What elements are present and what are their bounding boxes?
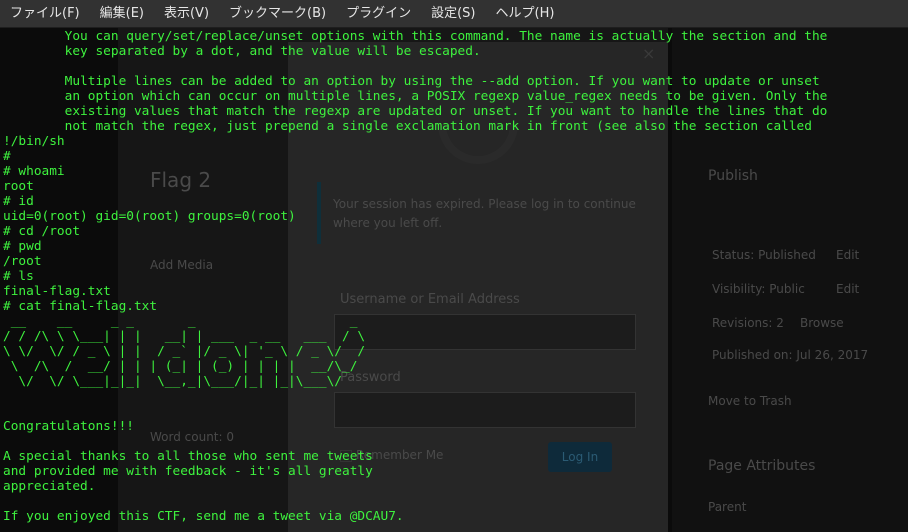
terminal-line: # ls: [3, 269, 34, 284]
menu-file[interactable]: ファイル(F): [0, 0, 90, 28]
terminal-line: You can query/set/replace/unset options …: [3, 29, 828, 44]
terminal-line: existing values that match the regexp ar…: [3, 104, 828, 119]
terminal-line: Multiple lines can be added to an option…: [3, 74, 820, 89]
terminal-line: not match the regex, just prepend a sing…: [3, 119, 812, 134]
terminal-line: and provided me with feedback - it's all…: [3, 464, 373, 479]
terminal-line: # cat final-flag.txt: [3, 299, 158, 314]
terminal-line: key separated by a dot, and the value wi…: [3, 44, 481, 59]
menu-edit[interactable]: 編集(E): [90, 0, 154, 28]
terminal-line: / / /\ \ \___| | | __| | ___ _ __ ___ / …: [3, 329, 366, 344]
terminal-line: # cd /root: [3, 224, 81, 239]
menu-plugins[interactable]: プラグイン: [336, 0, 421, 28]
terminal-line: Congratulatons!!!: [3, 419, 134, 434]
terminal-line: /root: [3, 254, 42, 269]
terminal-line: # pwd: [3, 239, 42, 254]
terminal-line: root: [3, 179, 34, 194]
menu-settings[interactable]: 設定(S): [421, 0, 485, 28]
terminal-line: \/ \/ \___|_|_| \__,_|\___/|_| |_|\___\/: [3, 374, 366, 389]
terminal-line: If you enjoyed this CTF, send me a tweet…: [3, 509, 404, 524]
terminal-line: \ \/ \/ / _ \ | | / _` |/ _ \| '_ \ / _ …: [3, 344, 366, 359]
terminal-line: # whoami: [3, 164, 65, 179]
menu-help[interactable]: ヘルプ(H): [486, 0, 565, 28]
terminal-line: __ __ _ _ _ _: [3, 314, 366, 329]
menu-bookmarks[interactable]: ブックマーク(B): [219, 0, 336, 28]
terminal-line: final-flag.txt: [3, 284, 111, 299]
terminal-line: # id: [3, 194, 34, 209]
terminal-line: uid=0(root) gid=0(root) groups=0(root): [3, 209, 296, 224]
terminal-line: an option which can occur on multiple li…: [3, 89, 828, 104]
terminal-line: A special thanks to all those who sent m…: [3, 449, 373, 464]
menu-bar: ファイル(F) 編集(E) 表示(V) ブックマーク(B) プラグイン 設定(S…: [0, 0, 908, 28]
terminal-line: appreciated.: [3, 479, 96, 494]
terminal-output[interactable]: You can query/set/replace/unset options …: [0, 28, 908, 532]
menu-view[interactable]: 表示(V): [154, 0, 219, 28]
terminal-line: !/bin/sh: [3, 134, 65, 149]
terminal-line: \ /\ / __/ | | | (_| | (_) | | | | __/\_…: [3, 359, 366, 374]
terminal-line: #: [3, 149, 11, 164]
